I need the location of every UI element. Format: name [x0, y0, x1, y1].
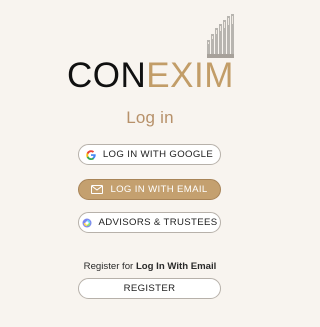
brand-mark-icon: [207, 14, 234, 58]
login-with-email-button[interactable]: LOG IN WITH EMAIL: [78, 179, 221, 200]
login-with-google-button[interactable]: LOG IN WITH GOOGLE: [78, 144, 221, 165]
register-button[interactable]: REGISTER: [78, 278, 221, 299]
page-title: Log in: [126, 108, 174, 127]
advisors-trustees-button[interactable]: ADVISORS & TRUSTEES: [78, 212, 221, 233]
logo: CONEXIM: [67, 14, 237, 94]
google-icon: [86, 149, 96, 160]
advisors-trustees-label: ADVISORS & TRUSTEES: [98, 217, 218, 228]
login-with-email-label: LOG IN WITH EMAIL: [110, 184, 208, 195]
logo-exim: EXIM: [146, 56, 234, 95]
mail-icon: [91, 185, 104, 194]
register-prompt: Register for Log In With Email: [0, 261, 300, 272]
logo-con: CON: [67, 56, 147, 95]
login-with-google-label: LOG IN WITH GOOGLE: [102, 149, 214, 160]
register-prefix: Register for: [83, 261, 136, 272]
register-label: REGISTER: [123, 283, 176, 294]
brand-wordmark: CONEXIM: [67, 58, 234, 93]
register-link-text: Log In With Email: [135, 261, 217, 272]
advisors-icon: [82, 218, 92, 228]
